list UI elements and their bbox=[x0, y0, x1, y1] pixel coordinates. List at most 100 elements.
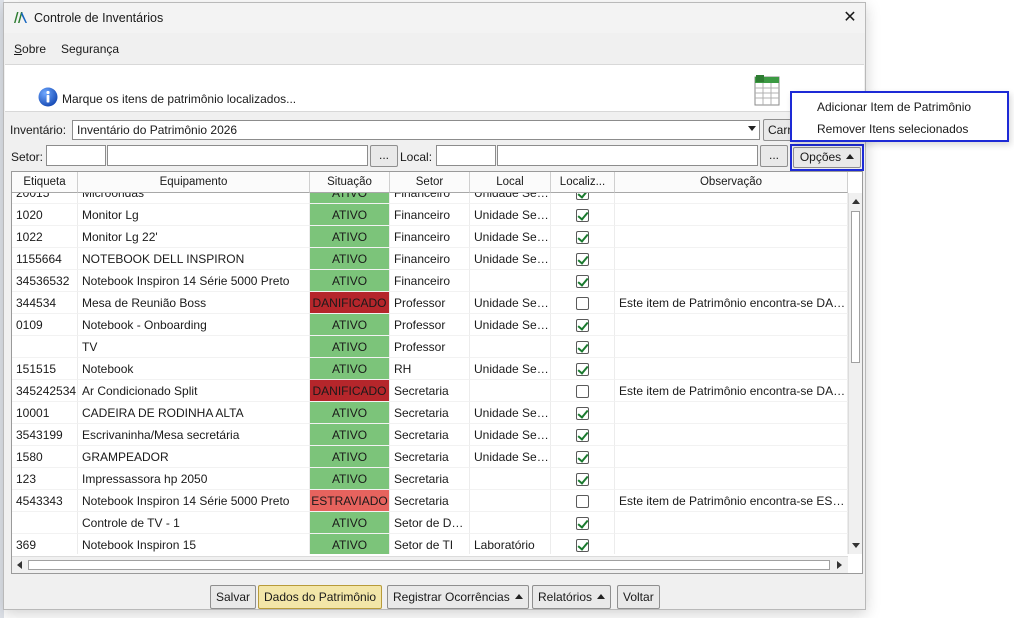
localizado-checkbox[interactable] bbox=[576, 495, 589, 508]
table-row[interactable]: 1155664 NOTEBOOK DELL INSPIRON ATIVO Financ… bbox=[12, 248, 848, 270]
cell-equipamento: Monitor Lg bbox=[78, 204, 310, 226]
table-row[interactable]: 3543199 Escrivaninha/Mesa secretária ATIVO… bbox=[12, 424, 848, 446]
table-row[interactable]: 1580 GRAMPEADOR ATIVO Secretaria Unidade Sed… bbox=[12, 446, 848, 468]
table-row[interactable]: 4543343 Notebook Inspiron 14 Série 5000 P… bbox=[12, 490, 848, 512]
cell-localizado[interactable] bbox=[551, 226, 615, 248]
horizontal-scrollbar[interactable] bbox=[12, 556, 848, 573]
cell-observacao bbox=[615, 314, 848, 336]
cell-localizado[interactable] bbox=[551, 512, 615, 534]
table-row[interactable]: 1020 Monitor Lg ATIVO Financeiro Unidade Sed… bbox=[12, 204, 848, 226]
menu-item-adicionar[interactable]: Adicionar Item de Patrimônio bbox=[817, 100, 971, 114]
column-header-etiqueta[interactable]: Etiqueta bbox=[12, 172, 78, 193]
table-row[interactable]: 34536532 Notebook Inspiron 14 Série 5000 … bbox=[12, 270, 848, 292]
localizado-checkbox[interactable] bbox=[576, 231, 589, 244]
table-row[interactable]: 20015 Microondas ATIVO Financeiro Unidade Se… bbox=[12, 193, 848, 204]
cell-localizado[interactable] bbox=[551, 490, 615, 512]
scroll-left-icon[interactable] bbox=[17, 561, 22, 569]
localizado-checkbox[interactable] bbox=[576, 253, 589, 266]
local-code-field[interactable] bbox=[436, 145, 496, 166]
localizado-checkbox[interactable] bbox=[576, 517, 589, 530]
cell-situacao: ATIVO bbox=[310, 270, 390, 292]
column-header-localizado[interactable]: Localiz... bbox=[551, 172, 615, 193]
menu-seguranca[interactable]: Segurança bbox=[61, 42, 119, 56]
localizado-checkbox[interactable] bbox=[576, 193, 589, 200]
setor-name-field[interactable] bbox=[107, 145, 368, 166]
localizado-checkbox[interactable] bbox=[576, 363, 589, 376]
local-name-field[interactable] bbox=[497, 145, 758, 166]
cell-localizado[interactable] bbox=[551, 270, 615, 292]
cell-localizado[interactable] bbox=[551, 314, 615, 336]
vertical-scrollbar[interactable] bbox=[848, 193, 862, 554]
table-row[interactable]: Controle de TV - 1ATIVOSetor de Document… bbox=[12, 512, 848, 534]
cell-local: Laboratório bbox=[470, 534, 551, 554]
menu-item-remover[interactable]: Remover Itens selecionados bbox=[817, 122, 968, 136]
local-lookup-button[interactable]: ... bbox=[760, 145, 788, 167]
column-header-local[interactable]: Local bbox=[470, 172, 551, 193]
salvar-button[interactable]: Salvar bbox=[210, 585, 257, 609]
column-header-observacao[interactable]: Observação bbox=[615, 172, 848, 193]
cell-localizado[interactable] bbox=[551, 424, 615, 446]
cell-localizado[interactable] bbox=[551, 468, 615, 490]
cell-equipamento: NOTEBOOK DELL INSPIRON bbox=[78, 248, 310, 270]
cell-observacao bbox=[615, 204, 848, 226]
cell-equipamento: Notebook - Onboarding bbox=[78, 314, 310, 336]
cell-equipamento: TV bbox=[78, 336, 310, 358]
cell-localizado[interactable] bbox=[551, 446, 615, 468]
dados-patrimonio-button[interactable]: Dados do Patrimônio bbox=[258, 585, 383, 609]
scroll-down-icon[interactable] bbox=[852, 543, 860, 548]
localizado-checkbox[interactable] bbox=[576, 539, 589, 552]
cell-localizado[interactable] bbox=[551, 204, 615, 226]
localizado-checkbox[interactable] bbox=[576, 297, 589, 310]
localizado-checkbox[interactable] bbox=[576, 473, 589, 486]
setor-lookup-button[interactable]: ... bbox=[370, 145, 398, 167]
localizado-checkbox[interactable] bbox=[576, 429, 589, 442]
menu-bar: Sobre Segurança bbox=[4, 36, 865, 62]
cell-localizado[interactable] bbox=[551, 402, 615, 424]
table-row[interactable]: 369 Notebook Inspiron 15 ATIVO Setor de TI L… bbox=[12, 534, 848, 554]
vertical-scroll-thumb[interactable] bbox=[851, 211, 860, 363]
cell-localizado[interactable] bbox=[551, 336, 615, 358]
scroll-up-icon[interactable] bbox=[852, 199, 860, 204]
registrar-ocorrencias-button[interactable]: Registrar Ocorrências bbox=[387, 585, 529, 609]
localizado-checkbox[interactable] bbox=[576, 451, 589, 464]
table-row[interactable]: 345242534 Ar Condicionado Split DANIFICADO… bbox=[12, 380, 848, 402]
table-row[interactable]: 344534 Mesa de Reunião Boss DANIFICADO Prof… bbox=[12, 292, 848, 314]
cell-equipamento: Impressassora hp 2050 bbox=[78, 468, 310, 490]
table-row[interactable]: 10001 CADEIRA DE RODINHA ALTA ATIVO Secreta… bbox=[12, 402, 848, 424]
table-row[interactable]: 0109 Notebook - Onboarding ATIVO Professor U… bbox=[12, 314, 848, 336]
column-header-setor[interactable]: Setor bbox=[390, 172, 470, 193]
patrimonio-grid[interactable]: Etiqueta Equipamento Situação Setor Loca… bbox=[11, 171, 863, 574]
inventario-select[interactable]: Inventário do Patrimônio 2026 bbox=[72, 120, 760, 140]
table-row[interactable]: 151515 Notebook ATIVO RH Unidade Sede bbox=[12, 358, 848, 380]
cell-observacao: Este item de Patrimônio encontra-se DANI… bbox=[615, 380, 848, 402]
localizado-checkbox[interactable] bbox=[576, 275, 589, 288]
column-header-equipamento[interactable]: Equipamento bbox=[78, 172, 310, 193]
opcoes-button[interactable]: Opções bbox=[793, 147, 861, 168]
close-button[interactable]: ✕ bbox=[839, 7, 861, 29]
cell-localizado[interactable] bbox=[551, 534, 615, 554]
table-row[interactable]: 1022 Monitor Lg 22' ATIVO Financeiro Unidade… bbox=[12, 226, 848, 248]
localizado-checkbox[interactable] bbox=[576, 385, 589, 398]
cell-localizado[interactable] bbox=[551, 193, 615, 204]
table-row[interactable]: TV ATIVO Professor bbox=[12, 336, 848, 358]
info-icon bbox=[38, 87, 58, 107]
localizado-checkbox[interactable] bbox=[576, 341, 589, 354]
cell-localizado[interactable] bbox=[551, 248, 615, 270]
horizontal-scroll-thumb[interactable] bbox=[28, 560, 830, 570]
relatorios-button[interactable]: Relatórios bbox=[532, 585, 612, 609]
localizado-checkbox[interactable] bbox=[576, 319, 589, 332]
table-row[interactable]: 123 Impressassora hp 2050 ATIVO Secretaria bbox=[12, 468, 848, 490]
cell-localizado[interactable] bbox=[551, 358, 615, 380]
localizado-checkbox[interactable] bbox=[576, 209, 589, 222]
scroll-right-icon[interactable] bbox=[837, 561, 842, 569]
voltar-button[interactable]: Voltar bbox=[617, 585, 660, 609]
cell-setor: Financeiro bbox=[390, 270, 470, 292]
carregar-button[interactable]: Carre bbox=[763, 119, 793, 141]
cell-localizado[interactable] bbox=[551, 292, 615, 314]
local-label: Local: bbox=[400, 150, 433, 164]
menu-sobre[interactable]: Sobre bbox=[14, 42, 46, 56]
setor-code-field[interactable] bbox=[46, 145, 106, 166]
cell-localizado[interactable] bbox=[551, 380, 615, 402]
localizado-checkbox[interactable] bbox=[576, 407, 589, 420]
column-header-situacao[interactable]: Situação bbox=[310, 172, 390, 193]
